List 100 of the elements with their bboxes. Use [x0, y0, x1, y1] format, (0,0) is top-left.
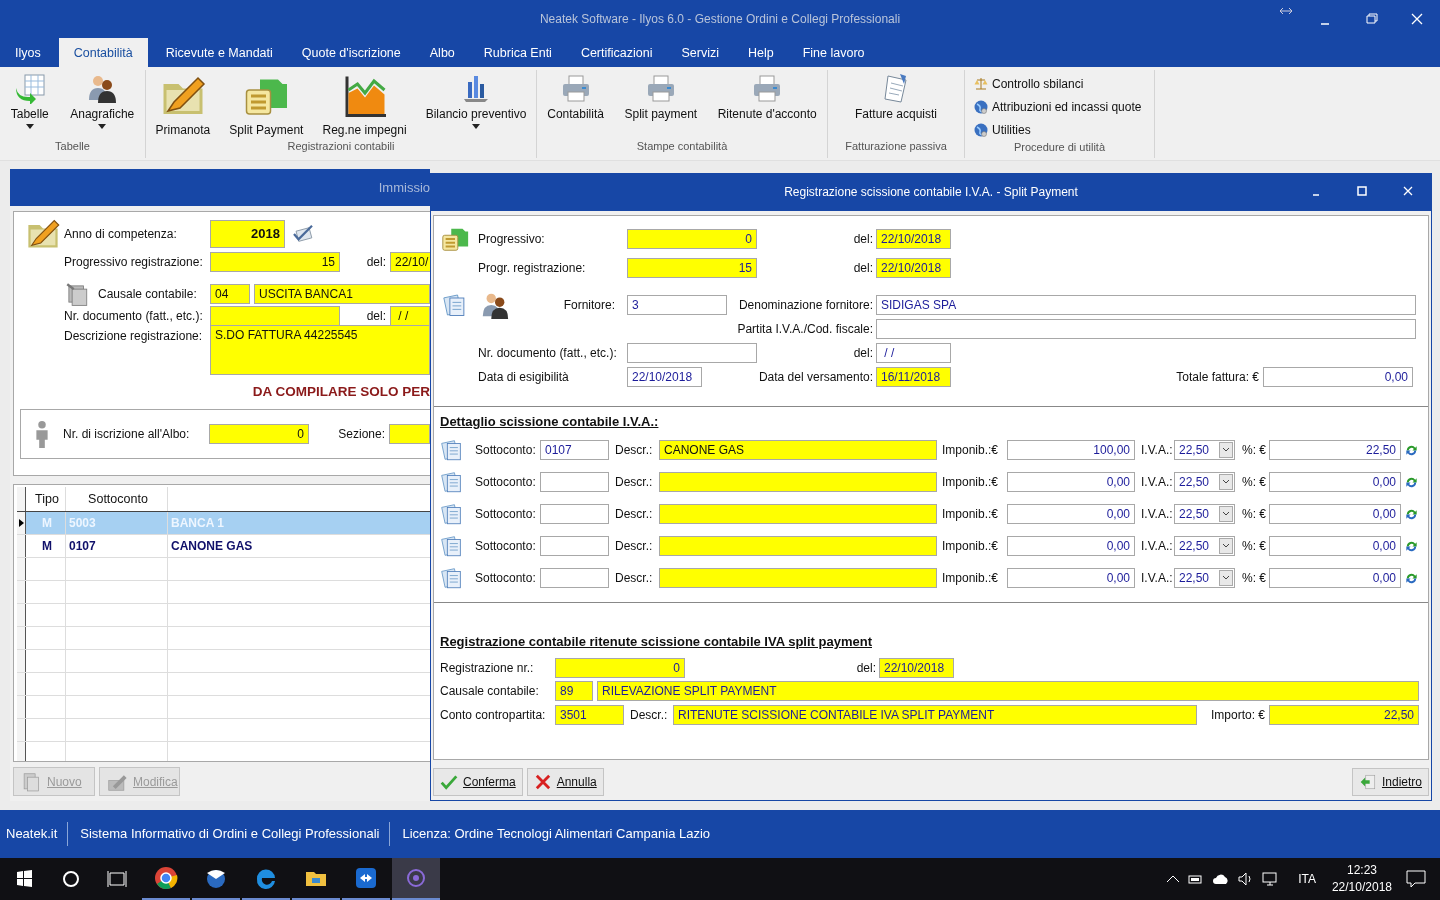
row-header [17, 696, 26, 718]
language-indicator[interactable]: ITA [1298, 872, 1316, 886]
field-label: %: € [1242, 571, 1267, 585]
menu-tab[interactable]: Quote d'iscrizione [290, 38, 412, 67]
account-field[interactable] [540, 568, 609, 588]
field-label: Imponib.:€ [942, 475, 1000, 489]
date-field[interactable]: / / [876, 343, 951, 363]
supplier-name-field[interactable]: SIDIGAS SPA [876, 295, 1416, 315]
description-field[interactable]: CANONE GAS [659, 440, 937, 460]
amount-field[interactable]: 0,00 [1007, 504, 1135, 524]
document-field[interactable] [210, 306, 340, 326]
menu-tab[interactable]: Rubrica Enti [472, 38, 563, 67]
account-field[interactable]: 3501 [555, 705, 624, 725]
vat-rate-dropdown[interactable]: 22,50 [1174, 440, 1235, 460]
description-field[interactable]: S.DO FATTURA 44225545 [210, 325, 430, 375]
amount-field[interactable]: 22,50 [1269, 705, 1419, 725]
menu-tab[interactable]: Contabilità [58, 38, 148, 67]
ribbon-button[interactable]: Bilancio preventivo [423, 72, 529, 129]
battery-icon[interactable] [1188, 873, 1205, 885]
ribbon-button[interactable]: Tabelle [8, 72, 51, 129]
menu-tab[interactable]: Servizi [670, 38, 730, 67]
notifications-icon[interactable] [1406, 870, 1426, 888]
dialog-button[interactable]: Conferma [433, 768, 523, 796]
description-field[interactable] [659, 568, 937, 588]
ribbon-button[interactable]: Primanota [153, 72, 213, 137]
amount-field[interactable]: 0,00 [1269, 568, 1401, 588]
vat-rate-dropdown[interactable]: 22,50 [1174, 568, 1235, 588]
amount-field[interactable]: 0,00 [1007, 536, 1135, 556]
ribbon-button[interactable]: Utilities [973, 118, 1031, 141]
ribbon-button[interactable]: Reg.ne impegni [320, 72, 409, 137]
description-field[interactable] [659, 536, 937, 556]
description-field[interactable] [659, 504, 937, 524]
supplier-code-field[interactable]: 3 [627, 295, 727, 315]
field-label: %: € [1242, 443, 1267, 457]
amount-field[interactable]: 22,50 [1269, 440, 1401, 460]
field-label: Imponib.:€ [942, 443, 1000, 457]
date-field[interactable]: 22/10/2018 [876, 258, 951, 278]
clock[interactable]: 12:23 22/10/2018 [1331, 862, 1392, 896]
field-label: Sottoconto: [474, 443, 537, 457]
account-field[interactable]: 0107 [540, 440, 609, 460]
menu-tab[interactable]: Help [736, 38, 785, 67]
dialog-button[interactable]: Indietro [1351, 768, 1429, 796]
account-field[interactable] [540, 504, 609, 524]
menu-tab[interactable]: Certificazioni [569, 38, 664, 67]
date-field[interactable]: 16/11/2018 [876, 367, 951, 387]
ribbon-button[interactable]: Split Payment [227, 72, 306, 137]
number-field[interactable]: 0 [555, 658, 685, 678]
ribbon-button[interactable]: Ritenute d'acconto [715, 72, 819, 121]
vat-rate-dropdown[interactable]: 22,50 [1174, 536, 1235, 556]
menu-tab[interactable]: Albo [418, 38, 466, 67]
group-label: Procedure di utilità [1012, 141, 1107, 155]
number-field[interactable]: 0 [209, 424, 309, 444]
description-field[interactable]: USCITA BANCA1 [254, 284, 430, 304]
ribbon-button[interactable]: Fatture acquisti [852, 72, 939, 121]
ribbon-button[interactable]: Anagrafiche [68, 72, 137, 129]
amount-field[interactable]: 0,00 [1007, 568, 1135, 588]
code-field[interactable]: 04 [210, 284, 250, 304]
ribbon-button[interactable]: Controllo sbilanci [973, 72, 1084, 95]
number-field[interactable]: 0 [627, 229, 757, 249]
cloud-icon[interactable] [1212, 873, 1231, 885]
table-icon [13, 72, 46, 104]
ribbon-button[interactable]: Contabilità [545, 72, 606, 121]
account-field[interactable] [540, 536, 609, 556]
document-field[interactable] [627, 343, 757, 363]
menu-tab[interactable]: Ilyos [4, 38, 52, 67]
code-field[interactable]: 89 [555, 681, 593, 701]
group-label: Registrazioni contabili [286, 140, 396, 154]
field-label: I.V.A.: [1141, 475, 1174, 489]
chevron-up-icon[interactable] [1166, 874, 1181, 884]
ribbon-button[interactable]: Split payment [622, 72, 700, 121]
globe-icon [973, 98, 989, 115]
date-field[interactable]: 22/10/ [390, 252, 430, 272]
amount-field[interactable]: 0,00 [1269, 504, 1401, 524]
menu-tab[interactable]: Fine lavoro [791, 38, 876, 67]
date-field[interactable]: / / [390, 306, 430, 326]
ribbon-button[interactable]: Attribuzioni ed incassi quote [973, 95, 1142, 118]
row-header [17, 719, 26, 741]
amount-field[interactable]: 0,00 [1269, 536, 1401, 556]
section-field[interactable] [389, 424, 430, 444]
vat-rate-dropdown[interactable]: 22,50 [1174, 472, 1235, 492]
account-field[interactable] [540, 472, 609, 492]
number-field[interactable]: 15 [627, 258, 757, 278]
vat-rate-dropdown[interactable]: 22,50 [1174, 504, 1235, 524]
amount-field[interactable]: 0,00 [1007, 472, 1135, 492]
date-field[interactable]: 22/10/2018 [627, 367, 702, 387]
amount-field[interactable]: 0,00 [1269, 472, 1401, 492]
year-field[interactable]: 2018 [210, 220, 285, 248]
number-field[interactable]: 15 [210, 252, 340, 272]
description-field[interactable]: RILEVAZIONE SPLIT PAYMENT [597, 681, 1419, 701]
table-row[interactable]: M 0107 CANONE GAS [17, 535, 430, 558]
amount-field[interactable]: 100,00 [1007, 440, 1135, 460]
vat-number-field[interactable] [876, 319, 1416, 339]
date-field[interactable]: 22/10/2018 [876, 229, 951, 249]
dialog-button[interactable]: Annulla [526, 768, 604, 796]
date-field[interactable]: 22/10/2018 [879, 658, 954, 678]
description-field[interactable] [659, 472, 937, 492]
total-field[interactable]: 0,00 [1263, 367, 1413, 387]
menu-tab[interactable]: Ricevute e Mandati [154, 38, 284, 67]
window-title: Immissio [378, 180, 430, 195]
description-field[interactable]: RITENUTE SCISSIONE CONTABILE IVA SPLIT PAYMENT [673, 705, 1197, 725]
